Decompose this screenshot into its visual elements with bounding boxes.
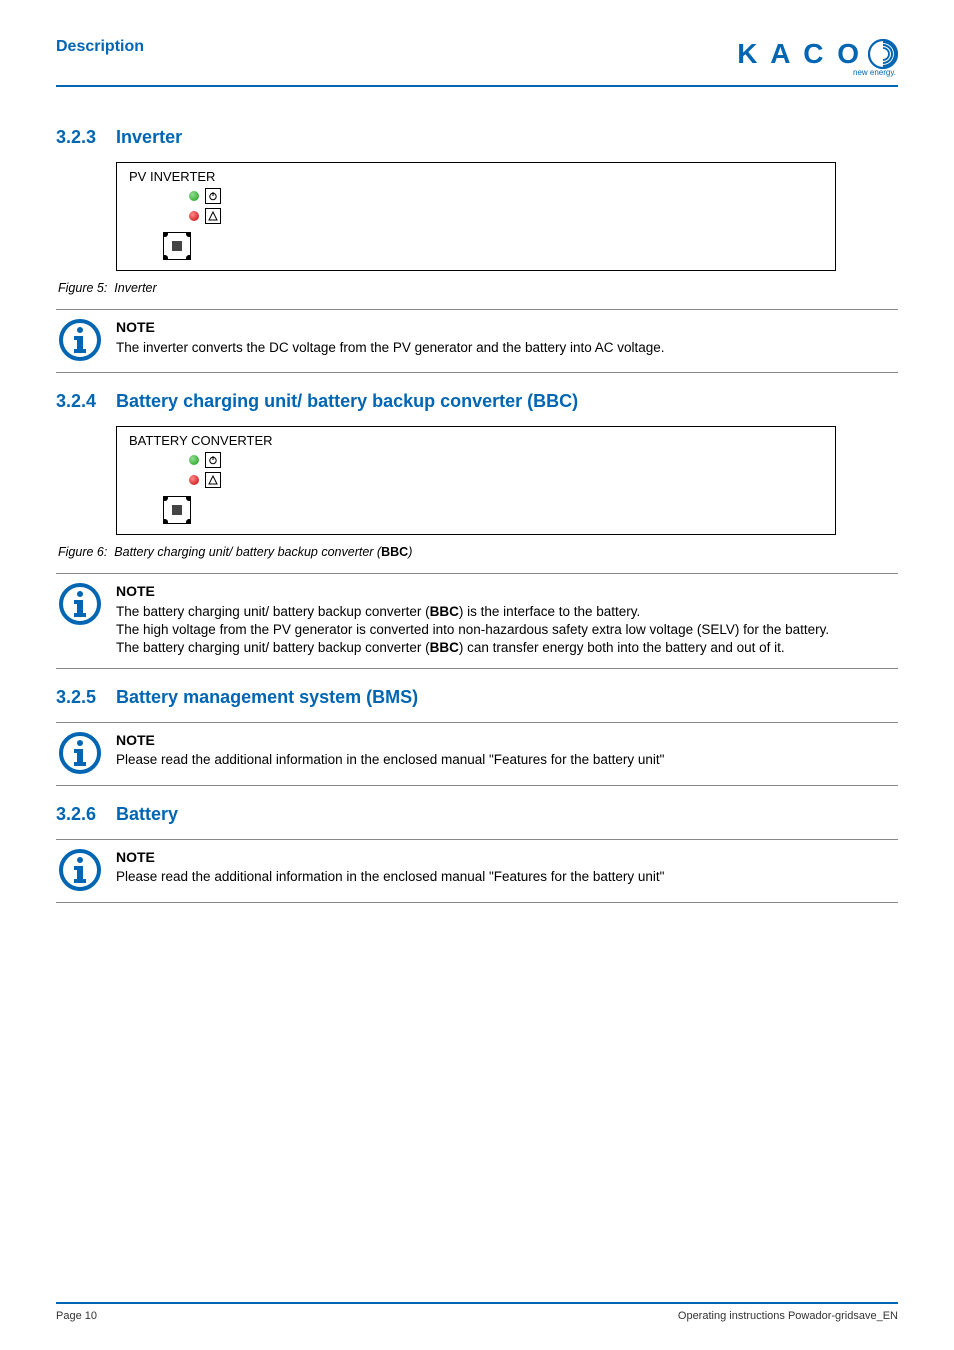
footer-rule [56,1302,898,1304]
led-red-icon [189,211,199,221]
led-red-icon [189,475,199,485]
t: The battery charging unit/ battery backu… [116,604,430,619]
heading-bbc: 3.2.4 Battery charging unit/ battery back… [56,391,898,412]
led-green-icon [189,191,199,201]
heading-text: Battery management system (BMS) [116,687,418,707]
fig-text: Inverter [114,281,156,295]
battery-converter-panel: BATTERY CONVERTER [116,426,836,535]
stop-button[interactable] [163,232,191,260]
note-body: Please read the additional information i… [116,868,898,886]
note-body: Please read the additional information i… [116,751,898,769]
page-footer: Page 10 Operating instructions Powador-g… [56,1302,898,1322]
page-header: Description K A C O new energy. [56,38,898,83]
t: The battery charging unit/ battery backu… [116,640,430,655]
note-title: NOTE [116,731,898,750]
heading-text: Battery charging unit/ battery backup co… [116,391,578,411]
stop-icon [172,241,182,251]
note-line-1: The battery charging unit/ battery backu… [116,603,898,621]
fig-prefix: Figure 5: [58,281,107,295]
note-content: NOTE The battery charging unit/ battery … [116,582,898,658]
note-line-3: The battery charging unit/ battery backu… [116,639,898,657]
heading-bms: 3.2.5 Battery management system (BMS) [56,687,898,708]
status-row-ok [189,452,823,468]
note-title: NOTE [116,848,898,867]
logo-text: K A C O [737,38,862,70]
heading-num: 3.2.6 [56,804,96,824]
note-inverter: NOTE The inverter converts the DC voltag… [56,309,898,373]
led-green-icon [189,455,199,465]
note-bms: NOTE Please read the additional informat… [56,722,898,786]
swirl-icon [868,39,898,69]
status-row-ok [189,188,823,204]
heading-num: 3.2.5 [56,687,96,707]
fig-text-b: BBC [381,545,408,559]
note-bbc: NOTE The battery charging unit/ battery … [56,573,898,669]
info-icon [58,848,102,892]
device-title: PV INVERTER [129,169,823,184]
figure-5-caption: Figure 5: Inverter [58,281,898,295]
note-body: The inverter converts the DC voltage fro… [116,339,898,357]
stop-icon [172,505,182,515]
pv-inverter-panel: PV INVERTER [116,162,836,271]
info-icon [58,582,102,626]
section-label: Description [56,38,144,56]
heading-num: 3.2.3 [56,127,96,147]
note-content: NOTE The inverter converts the DC voltag… [116,318,898,362]
note-line-2: The high voltage from the PV generator i… [116,621,898,639]
stop-button[interactable] [163,496,191,524]
header-rule [56,85,898,87]
heading-text: Inverter [116,127,182,147]
doc-title: Operating instructions Powador-gridsave_… [678,1310,898,1322]
t: BBC [430,604,459,619]
figure-6-caption: Figure 6: Battery charging unit/ battery… [58,545,898,559]
heading-num: 3.2.4 [56,391,96,411]
power-icon [205,188,221,204]
note-title: NOTE [116,582,898,601]
t: ) is the interface to the battery. [459,604,640,619]
note-content: NOTE Please read the additional informat… [116,848,898,892]
device-title: BATTERY CONVERTER [129,433,823,448]
heading-inverter: 3.2.3 Inverter [56,127,898,148]
status-row-fault [189,472,823,488]
note-title: NOTE [116,318,898,337]
info-icon [58,731,102,775]
fig-prefix: Figure 6: [58,545,107,559]
fig-text-a: Battery charging unit/ battery backup co… [114,545,381,559]
brand-logo: K A C O new energy. [737,38,898,77]
page-number: Page 10 [56,1310,97,1322]
t: ) can transfer energy both into the batt… [459,640,785,655]
t: BBC [430,640,459,655]
warning-icon [205,472,221,488]
power-icon [205,452,221,468]
note-content: NOTE Please read the additional informat… [116,731,898,775]
status-row-fault [189,208,823,224]
warning-icon [205,208,221,224]
note-battery: NOTE Please read the additional informat… [56,839,898,903]
info-icon [58,318,102,362]
heading-text: Battery [116,804,178,824]
heading-battery: 3.2.6 Battery [56,804,898,825]
fig-text-c: ) [408,545,412,559]
